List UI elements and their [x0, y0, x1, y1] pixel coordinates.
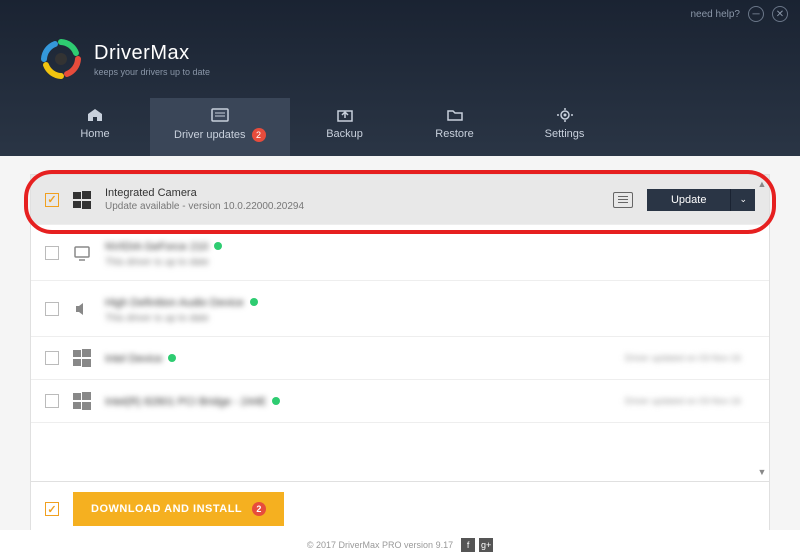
scroll-up-icon[interactable]: ▲ — [757, 179, 767, 189]
tab-backup[interactable]: Backup — [290, 98, 400, 156]
home-icon — [86, 108, 104, 122]
driver-date: Driver updated on 03-Nov-16 — [625, 353, 741, 363]
chevron-down-icon[interactable]: ⌄ — [731, 189, 755, 210]
row-text: Integrated Camera Update available - ver… — [105, 187, 599, 212]
download-badge: 2 — [252, 502, 266, 516]
tab-label: Driver updates 2 — [174, 128, 266, 142]
driver-row: Intel Device Driver updated on 03-Nov-16 — [31, 337, 769, 380]
windows-icon — [73, 349, 91, 367]
minimize-button[interactable]: ─ — [748, 6, 764, 22]
app-logo-icon — [40, 38, 82, 80]
status-dot-icon — [214, 242, 222, 250]
footer: © 2017 DriverMax PRO version 9.17 f g+ — [0, 530, 800, 560]
bottom-bar: DOWNLOAD AND INSTALL 2 — [30, 482, 770, 530]
audio-icon — [73, 300, 91, 318]
status-dot-icon — [168, 354, 176, 362]
driver-name: NVIDIA GeForce 210 — [105, 241, 208, 253]
app-window: need help? ─ ✕ DriverMax keeps your driv… — [0, 0, 800, 560]
driver-row: Intel(R) 82801 PCI Bridge - 244E Driver … — [31, 380, 769, 423]
details-button[interactable] — [613, 192, 633, 208]
row-checkbox[interactable] — [45, 193, 59, 207]
tab-driver-updates[interactable]: Driver updates 2 — [150, 98, 290, 156]
driver-name: High Definition Audio Device — [105, 297, 244, 309]
tab-text: Driver updates — [174, 129, 246, 141]
driver-status: This driver is up to date — [105, 313, 755, 324]
tab-label: Backup — [326, 128, 363, 140]
folder-icon — [446, 108, 464, 122]
row-text: Intel(R) 82801 PCI Bridge - 244E — [105, 392, 611, 410]
row-checkbox[interactable] — [45, 394, 59, 408]
row-checkbox[interactable] — [45, 246, 59, 260]
content-area: ▲ ▼ Integrated Camera Update available -… — [0, 156, 800, 530]
nav-tabs: Home Driver updates 2 Backup Restore Set… — [0, 98, 800, 156]
update-button[interactable]: Update ⌄ — [647, 189, 755, 211]
gear-icon — [556, 108, 574, 122]
updates-badge: 2 — [252, 128, 266, 142]
help-link[interactable]: need help? — [691, 9, 741, 20]
download-install-button[interactable]: DOWNLOAD AND INSTALL 2 — [73, 492, 284, 526]
windows-icon — [73, 392, 91, 410]
row-checkbox[interactable] — [45, 351, 59, 365]
close-button[interactable]: ✕ — [772, 6, 788, 22]
row-text: NVIDIA GeForce 210 This driver is up to … — [105, 237, 755, 268]
app-tagline: keeps your drivers up to date — [94, 67, 210, 77]
brand-text: DriverMax keeps your drivers up to date — [94, 42, 210, 77]
copyright-text: © 2017 DriverMax PRO version 9.17 — [307, 540, 453, 550]
tab-settings[interactable]: Settings — [510, 98, 620, 156]
tab-label: Restore — [435, 128, 474, 140]
select-all-checkbox[interactable] — [45, 502, 59, 516]
facebook-icon[interactable]: f — [461, 538, 475, 552]
driver-list: ▲ ▼ Integrated Camera Update available -… — [30, 174, 770, 482]
driver-name: Intel Device — [105, 353, 162, 365]
list-icon — [211, 108, 229, 122]
row-text: Intel Device — [105, 349, 611, 367]
driver-date: Driver updated on 03-Nov-16 — [625, 396, 741, 406]
driver-status: Update available - version 10.0.22000.20… — [105, 201, 599, 212]
tab-label: Settings — [545, 128, 585, 140]
windows-icon — [73, 191, 91, 209]
tab-label: Home — [80, 128, 109, 140]
tab-restore[interactable]: Restore — [400, 98, 510, 156]
row-checkbox[interactable] — [45, 302, 59, 316]
driver-name: Intel(R) 82801 PCI Bridge - 244E — [105, 396, 266, 408]
monitor-icon — [73, 244, 91, 262]
tab-home[interactable]: Home — [40, 98, 150, 156]
download-label: DOWNLOAD AND INSTALL — [91, 503, 242, 515]
driver-row: High Definition Audio Device This driver… — [31, 281, 769, 337]
scroll-down-icon[interactable]: ▼ — [757, 467, 767, 477]
backup-icon — [336, 108, 354, 122]
social-links: f g+ — [461, 538, 493, 552]
status-dot-icon — [250, 298, 258, 306]
row-text: High Definition Audio Device This driver… — [105, 293, 755, 324]
scrollbar[interactable]: ▲ ▼ — [757, 179, 767, 477]
app-name: DriverMax — [94, 42, 210, 65]
brand-area: DriverMax keeps your drivers up to date — [0, 28, 800, 98]
googleplus-icon[interactable]: g+ — [479, 538, 493, 552]
titlebar: need help? ─ ✕ — [0, 0, 800, 28]
driver-row: Integrated Camera Update available - ver… — [31, 175, 769, 225]
driver-row: NVIDIA GeForce 210 This driver is up to … — [31, 225, 769, 281]
driver-status: This driver is up to date — [105, 257, 755, 268]
driver-name: Integrated Camera — [105, 187, 599, 199]
header: need help? ─ ✕ DriverMax keeps your driv… — [0, 0, 800, 156]
update-button-label: Update — [647, 189, 731, 211]
status-dot-icon — [272, 397, 280, 405]
